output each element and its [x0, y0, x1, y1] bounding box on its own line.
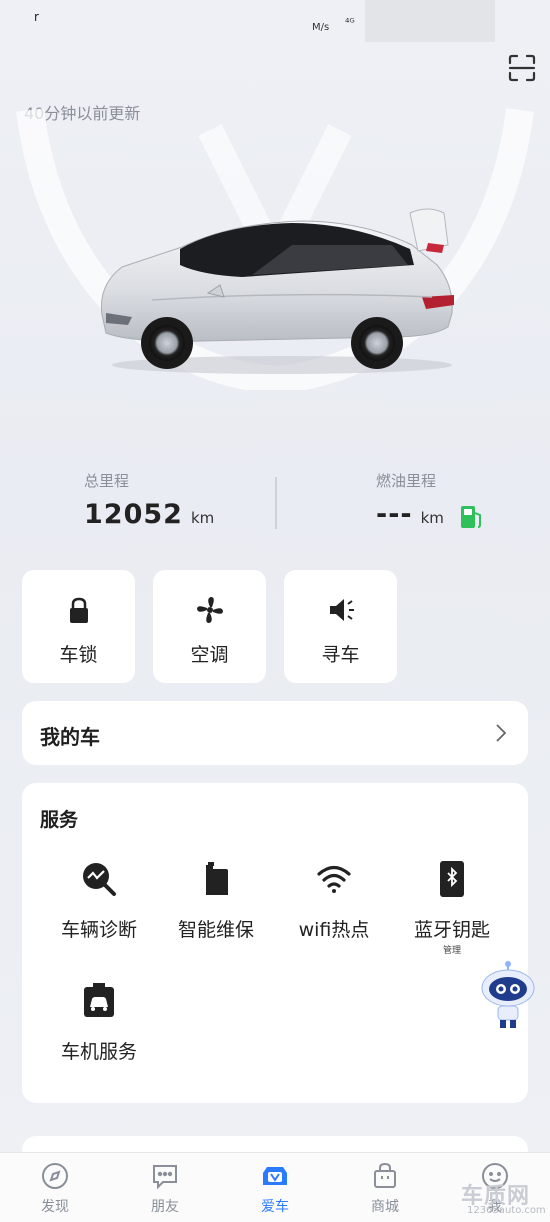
signal-icon: ⁴ᴳ [345, 16, 355, 29]
fuel-mileage-value: --- [376, 499, 413, 530]
tab-discover-label: 发现 [41, 1199, 69, 1215]
service-bluetooth-key-label: 蓝牙钥匙 [413, 919, 490, 941]
service-car-machine[interactable]: 车机服务 [39, 981, 159, 1064]
fuel-pump-icon [461, 506, 481, 528]
scan-icon[interactable] [506, 52, 538, 84]
my-car-card[interactable]: 我的车 [22, 701, 528, 765]
fan-icon [197, 597, 223, 623]
car-service-icon [84, 983, 114, 1017]
service-maintenance-label: 智能维保 [177, 919, 254, 941]
service-bluetooth-key-sub: 管理 [442, 946, 461, 956]
service-car-machine-label: 车机服务 [60, 1041, 137, 1063]
fuel-mileage-label: 燃油里程 [376, 472, 437, 490]
service-diagnosis[interactable]: 车辆诊断 [39, 859, 159, 942]
stats-divider [275, 477, 277, 529]
tab-discover[interactable]: 发现 [15, 1161, 95, 1216]
lock-label: 车锁 [59, 644, 98, 666]
car-tab-icon [263, 1167, 287, 1185]
robot-assistant-icon[interactable] [478, 960, 538, 1030]
total-mileage: 总里程 12052 km [84, 470, 214, 530]
service-wifi[interactable]: wifi热点 [274, 859, 394, 942]
tab-friends-label: 朋友 [151, 1199, 179, 1215]
diagnosis-icon [83, 863, 116, 896]
my-car-title: 我的车 [40, 725, 100, 749]
total-mileage-unit: km [190, 509, 215, 527]
bag-icon [374, 1162, 396, 1188]
lock-icon [70, 597, 88, 623]
tab-my-car-label: 爱车 [261, 1199, 289, 1215]
wifi-icon [317, 865, 351, 893]
compass-icon [42, 1163, 68, 1189]
service-wifi-label: wifi热点 [298, 919, 370, 941]
total-mileage-value: 12052 [84, 499, 183, 530]
fuel-mileage-unit: km [420, 509, 444, 527]
tab-my-car[interactable]: 爱车 [235, 1161, 315, 1216]
services-card: 服务 车辆诊断 智能维保 wifi热点 蓝牙钥匙 管理 车机服务 [22, 783, 528, 1103]
lock-tile[interactable]: 车锁 [22, 570, 135, 683]
tab-mall-label: 商城 [371, 1199, 399, 1215]
maintenance-icon [206, 862, 228, 895]
watermark-sub: 12365auto.com [467, 1205, 546, 1216]
tab-mall[interactable]: 商城 [345, 1161, 425, 1216]
bluetooth-icon [440, 861, 464, 897]
service-diagnosis-label: 车辆诊断 [60, 919, 137, 941]
chat-icon [153, 1165, 177, 1190]
car-image [100, 208, 454, 374]
status-bar: r M/s ⁴ᴳ [0, 0, 550, 44]
tab-friends[interactable]: 朋友 [125, 1161, 205, 1216]
service-maintenance[interactable]: 智能维保 [156, 859, 276, 942]
services-title: 服务 [40, 809, 79, 831]
watermark: 车质网 12365auto.com [455, 1178, 550, 1222]
total-mileage-label: 总里程 [84, 472, 130, 490]
find-car-tile[interactable]: 寻车 [284, 570, 397, 683]
chevron-right-icon [496, 724, 507, 742]
find-car-label: 寻车 [321, 644, 360, 666]
status-left-text: r [34, 10, 39, 24]
ac-tile[interactable]: 空调 [153, 570, 266, 683]
speaker-icon [330, 599, 354, 621]
service-bluetooth-key[interactable]: 蓝牙钥匙 管理 [392, 859, 512, 956]
fuel-mileage: 燃油里程 --- km [376, 470, 444, 530]
ac-label: 空调 [190, 644, 229, 666]
status-blur-area [365, 0, 495, 42]
network-speed: M/s [312, 22, 330, 33]
